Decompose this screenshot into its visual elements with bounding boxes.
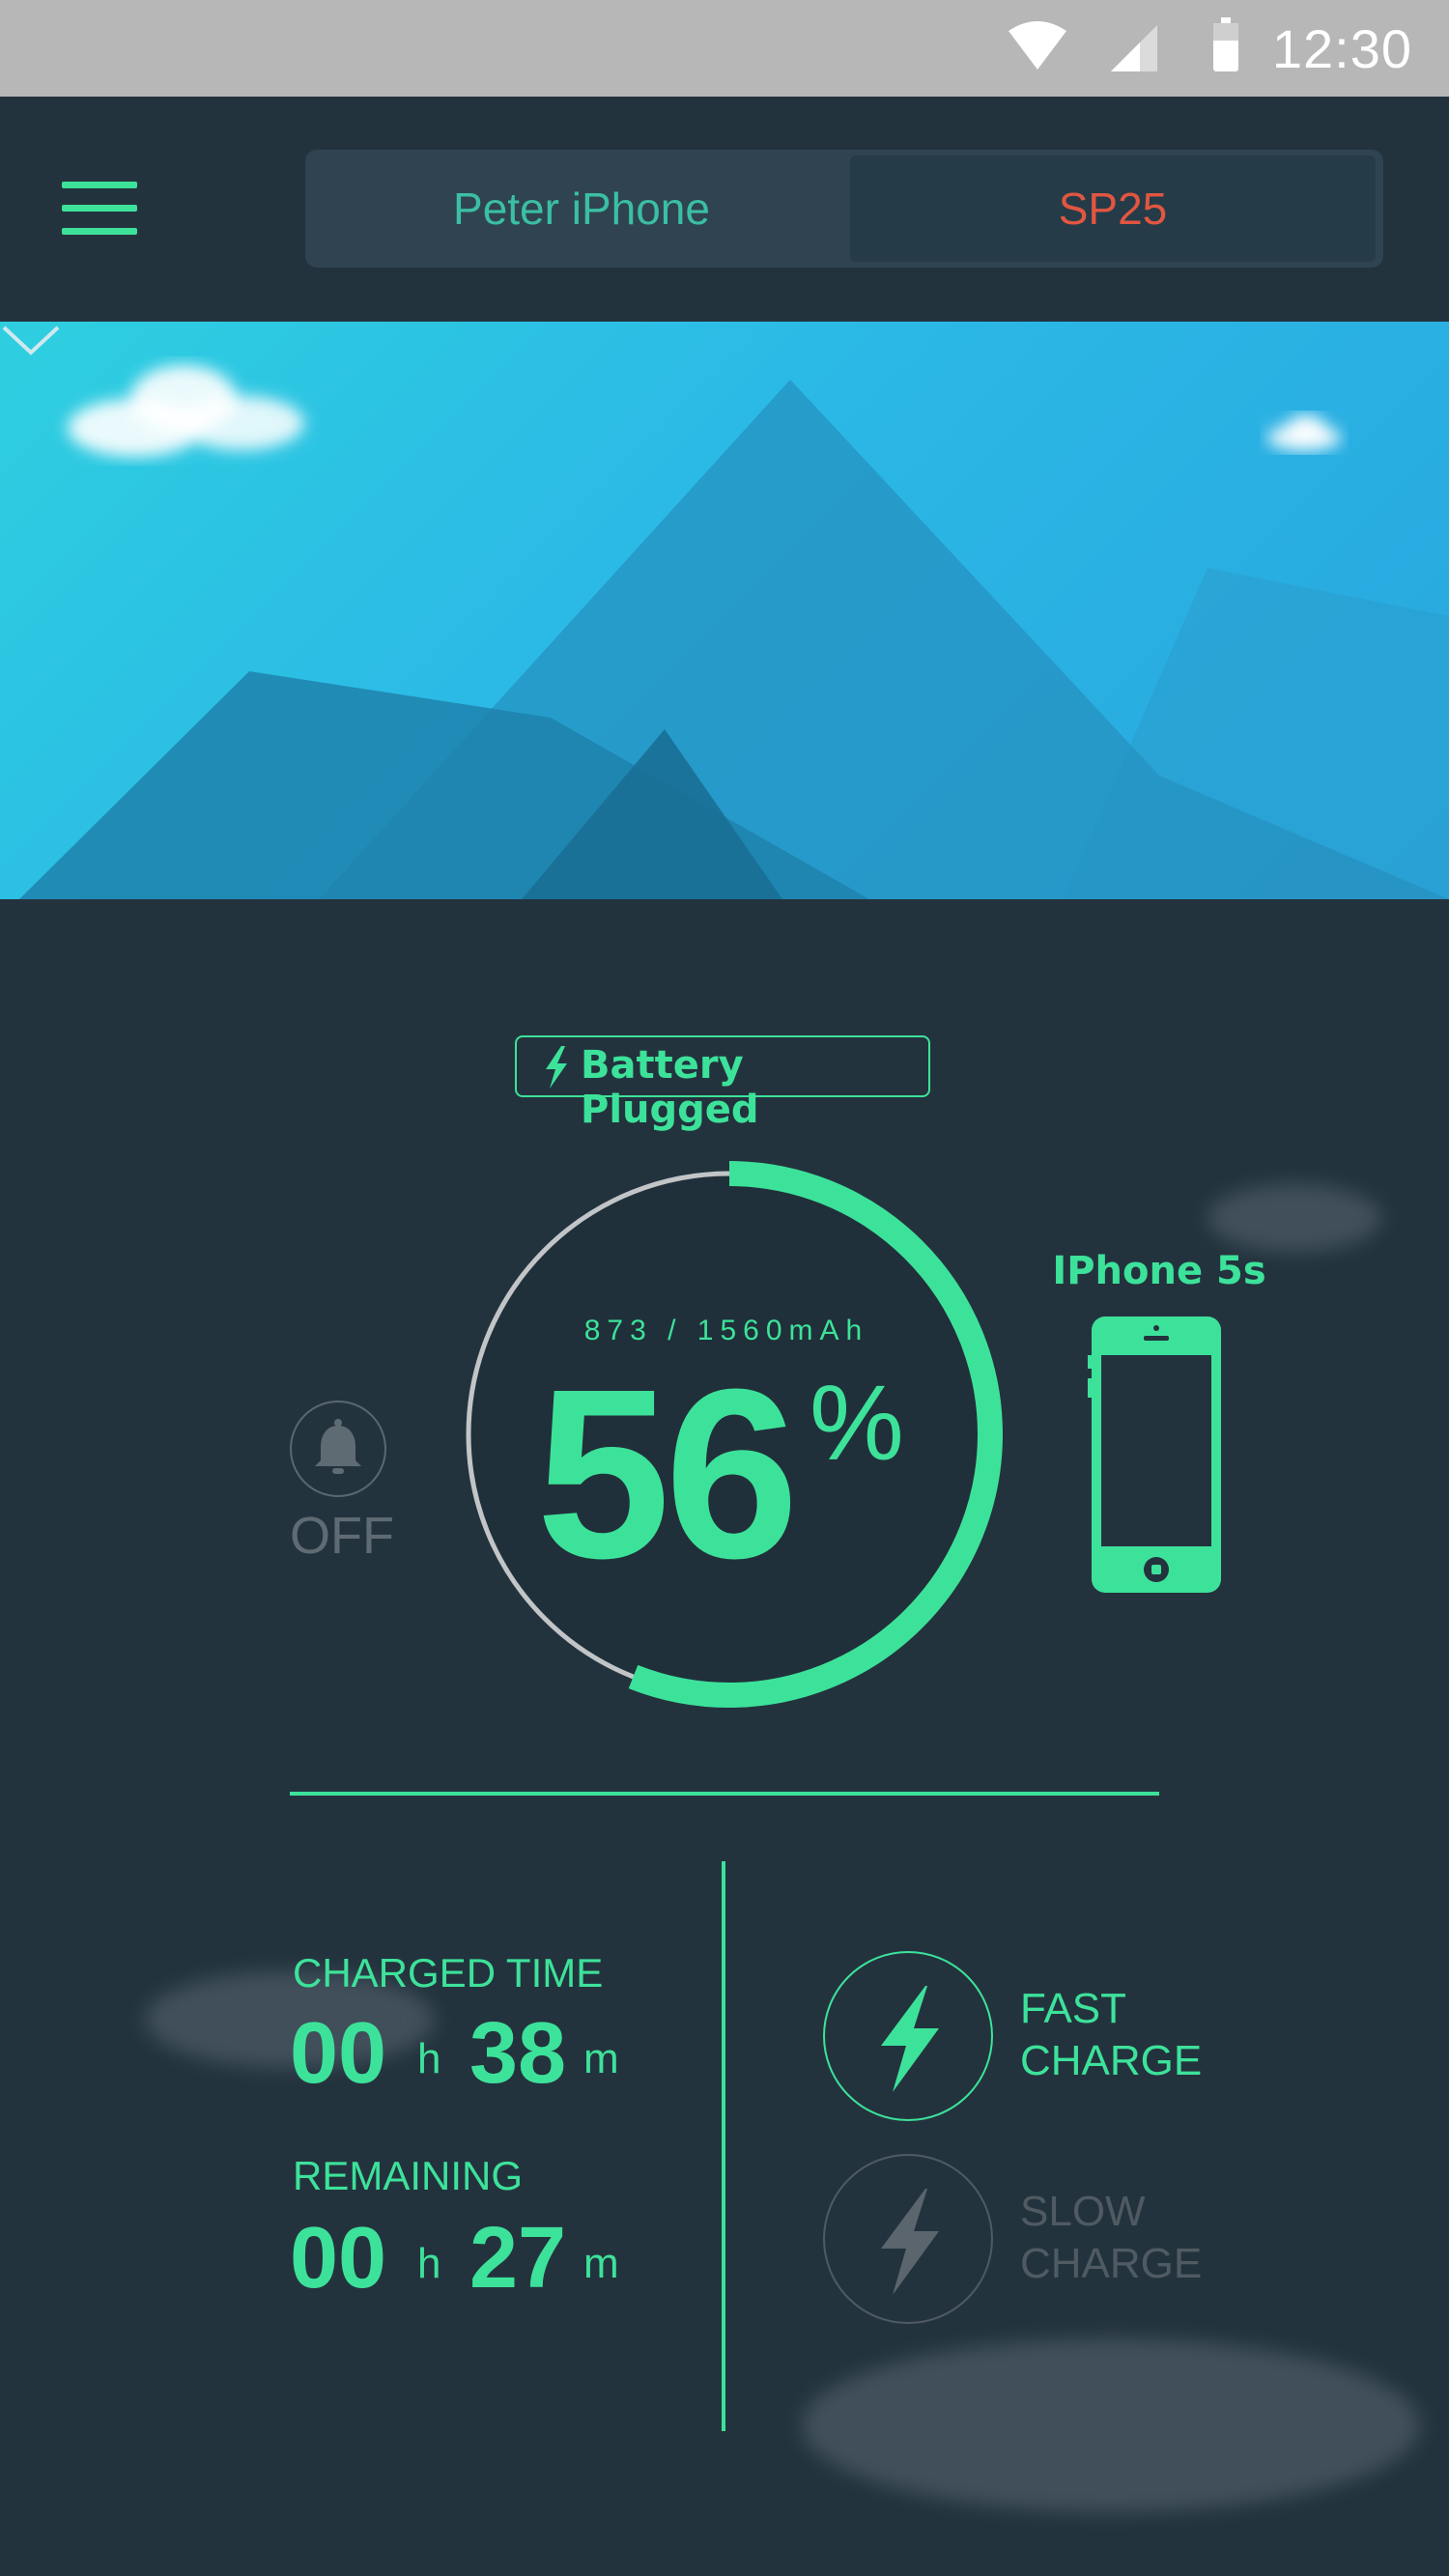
charged-hours-unit: h [417, 2035, 441, 2082]
remaining-minutes-unit: m [583, 2240, 619, 2287]
section-divider [290, 1792, 1159, 1796]
remaining-hours-unit: h [417, 2240, 441, 2287]
charged-minutes: 38 [469, 2005, 567, 2102]
charged-minutes-unit: m [583, 2035, 619, 2082]
remaining-hours: 00 [290, 2210, 387, 2307]
menu-button[interactable] [62, 182, 137, 240]
cloud-right [1267, 414, 1341, 451]
hero-banner [0, 322, 1449, 899]
fast-charge-line1: FAST [1020, 1985, 1127, 2032]
alarm-state: OFF [290, 1507, 394, 1565]
status-bar: 12:30 [0, 0, 1449, 97]
slow-charge-line1: SLOW [1020, 2188, 1146, 2235]
bolt-icon [546, 1046, 567, 1089]
chevron-down-icon[interactable] [0, 322, 62, 360]
cloud-left [68, 365, 304, 457]
status-time: 12:30 [1271, 18, 1412, 79]
fast-charge-button[interactable] [823, 1951, 993, 2121]
tab-sp25[interactable]: SP25 [850, 156, 1376, 262]
header: Peter iPhone SP25 [0, 97, 1449, 322]
battery-percent: 56 [536, 1339, 799, 1608]
status-icons [1009, 17, 1238, 71]
slow-charge-label: SLOW CHARGE [1020, 2186, 1202, 2290]
remaining-minutes: 27 [469, 2210, 567, 2307]
alarm-toggle[interactable] [290, 1401, 386, 1497]
bell-icon [315, 1419, 361, 1474]
remaining-label: REMAINING [293, 2153, 524, 2198]
slow-charge-button[interactable] [823, 2154, 993, 2324]
signal-icon [1111, 25, 1157, 71]
smartphone-icon [1088, 1316, 1221, 1593]
slow-charge-bolt-icon [881, 2189, 939, 2295]
charged-time-label: CHARGED TIME [293, 1950, 604, 1996]
app-root: 12:30 Peter iPhone SP25 Battery Plugged … [0, 0, 1449, 2576]
fast-charge-bolt-icon [881, 1986, 939, 2092]
fast-charge-line2: CHARGE [1020, 2037, 1203, 2084]
column-divider [722, 1861, 725, 2431]
battery-status-label: Battery Plugged [581, 1043, 759, 1132]
hamburger-icon-bar [62, 205, 137, 212]
charged-hours: 00 [290, 2005, 387, 2102]
hamburger-icon-bar [62, 228, 137, 235]
tab-peter-iphone[interactable]: Peter iPhone [311, 156, 852, 262]
percent-sign: % [810, 1364, 904, 1483]
battery-icon [1213, 17, 1238, 71]
mountain-illustration [19, 365, 1449, 899]
wifi-icon [1009, 21, 1066, 70]
main-panel: Battery Plugged 873 / 1560mAh 56 % OFF I… [0, 899, 1449, 2576]
device-name: IPhone 5s [1052, 1249, 1266, 1293]
battery-status-badge: Battery Plugged [515, 1035, 930, 1132]
hamburger-icon [62, 182, 137, 188]
slow-charge-line2: CHARGE [1020, 2240, 1203, 2287]
device-selector: Peter iPhone SP25 [305, 150, 1383, 268]
fast-charge-label: FAST CHARGE [1020, 1983, 1202, 2087]
